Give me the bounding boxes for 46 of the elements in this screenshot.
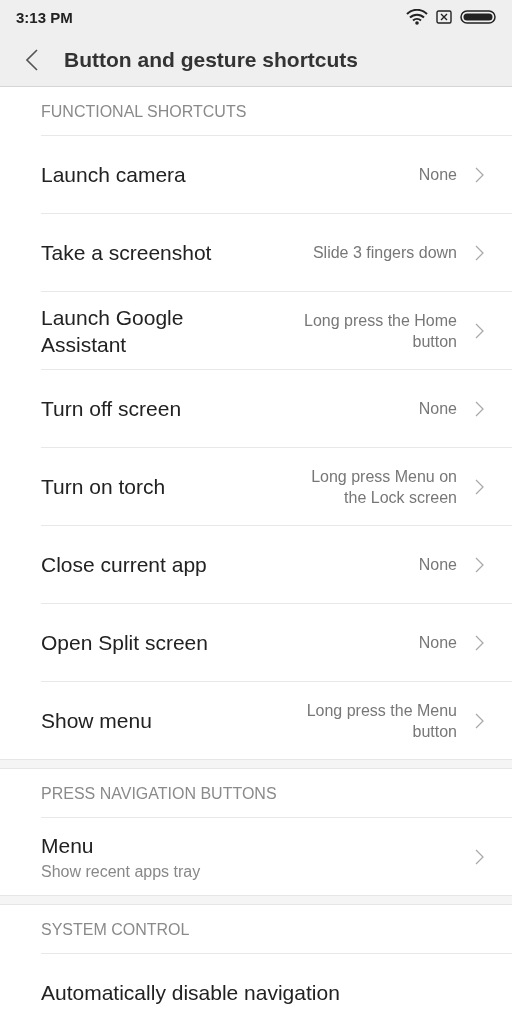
item-label: Close current app (41, 552, 208, 578)
settings-item[interactable]: Show menu Long press the Menu button (41, 681, 512, 759)
chevron-icon (475, 400, 484, 417)
item-value: None (418, 555, 457, 575)
item-value: Slide 3 fingers down (312, 243, 457, 263)
section-header: FUNCTIONAL SHORTCUTS (41, 102, 248, 122)
item-label: Turn on torch (41, 474, 167, 500)
item-label: Launch Google Assistant (41, 304, 185, 358)
item-label: Show menu (41, 708, 153, 734)
section-header: PRESS NAVIGATION BUTTONS (41, 784, 278, 804)
settings-item[interactable]: Open Split screen None (41, 603, 512, 681)
item-label: Open Split screen (41, 630, 209, 656)
chevron-icon (475, 244, 484, 261)
item-value: None (418, 633, 457, 653)
chevron-icon (475, 478, 484, 495)
battery-icon (460, 10, 496, 24)
wifi-icon (406, 9, 428, 25)
chevron-icon (475, 166, 484, 183)
item-label: Launch camera (41, 162, 187, 188)
item-value: Long press the Home button (303, 310, 457, 352)
settings-item[interactable]: Take a screenshot Slide 3 fingers down (41, 213, 512, 291)
item-value: None (418, 399, 457, 419)
chevron-icon (475, 556, 484, 573)
status-time: 3:13 PM (16, 8, 74, 26)
chevron-icon (475, 634, 484, 651)
item-value: None (418, 165, 457, 185)
item-value: Long press Menu on the Lock screen (310, 466, 457, 508)
item-label: Automatically disable navigation (41, 980, 341, 1006)
page-title: Button and gesture shortcuts (64, 48, 358, 72)
settings-item[interactable]: Turn on torch Long press Menu on the Lock screen (41, 447, 512, 525)
settings-item[interactable]: Close current app None (41, 525, 512, 603)
settings-item[interactable]: Launch Google Assistant Long press the Home button (41, 291, 512, 369)
item-value: Long press the Menu button (305, 700, 457, 742)
chevron-icon (475, 712, 484, 729)
settings-item[interactable]: Launch camera None (41, 135, 512, 213)
item-label: Take a screenshot (41, 240, 213, 266)
settings-item[interactable]: Automatically disable navigation (41, 953, 512, 1024)
chevron-icon (475, 322, 484, 339)
item-label: Turn off screen (41, 396, 183, 422)
chevron-icon (475, 848, 484, 865)
section-header: SYSTEM CONTROL (41, 920, 191, 940)
settings-item[interactable]: Menu Show recent apps tray (41, 817, 512, 895)
no-sim-icon (436, 10, 452, 24)
item-label: Menu (41, 833, 95, 859)
settings-item[interactable]: Turn off screen None (41, 369, 512, 447)
item-description: Show recent apps tray (41, 863, 202, 881)
